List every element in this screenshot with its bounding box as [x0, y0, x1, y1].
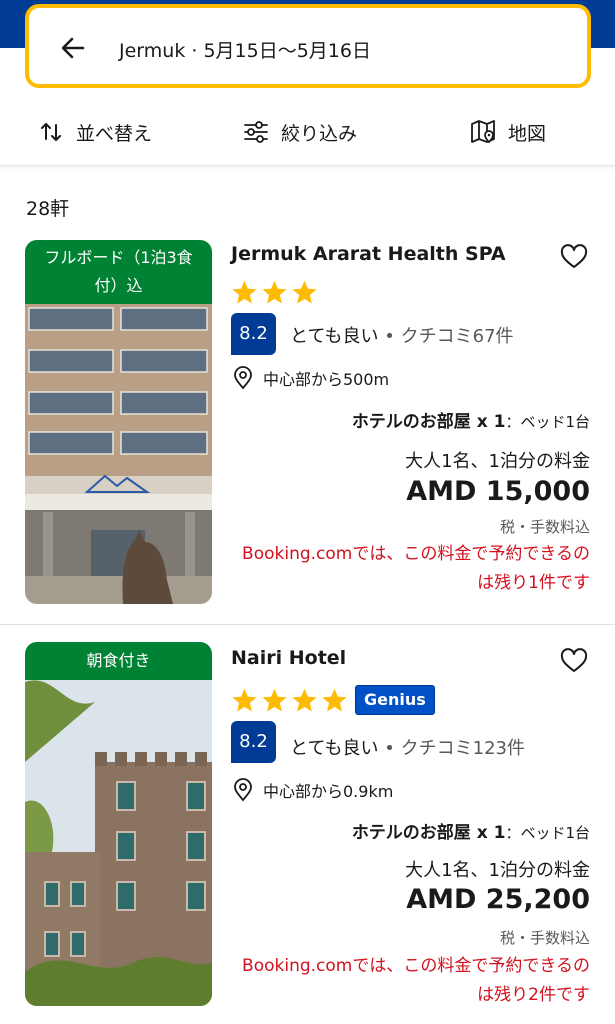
review-word: とても良い [290, 738, 379, 759]
guests-nights: 大人1名、1泊分の料金 [405, 860, 590, 881]
search-summary-text[interactable]: Jermuk · 5月15日〜5月16日 [119, 36, 371, 63]
search-summary-box[interactable]: Jermuk · 5月15日〜5月16日 [25, 4, 591, 88]
favorite-heart-icon[interactable] [560, 244, 588, 270]
map-label: 地図 [508, 122, 547, 145]
search-dates: · 5月15日〜5月16日 [185, 40, 371, 62]
review-word: とても良い [290, 326, 379, 347]
star-rating [231, 279, 318, 306]
price: AMD 25,200 [406, 884, 590, 915]
star-icon [232, 688, 257, 712]
room-info: ホテルのお部屋 x 1：ベッド1台 [352, 407, 590, 432]
hotel-card[interactable]: フルボード（1泊3食付）込 Jermuk Ararat Health SPA 8… [0, 240, 615, 625]
star-rating: Genius [231, 685, 435, 715]
star-icon [232, 280, 257, 304]
distance-row: 中心部から0.9km [233, 778, 393, 802]
hotel-photo[interactable]: フルボード（1泊3食付）込 [25, 240, 212, 604]
review-separator: • [378, 738, 401, 759]
results-toolbar: 並べ替え 絞り込み 地図 [0, 100, 615, 166]
review-count: クチコミ123件 [400, 738, 525, 759]
filter-label: 絞り込み [281, 122, 358, 145]
bed-info: ：ベッド1台 [505, 824, 590, 842]
tax-note: 税・手数料込 [499, 929, 590, 947]
back-arrow-icon[interactable] [59, 34, 87, 62]
star-icon [262, 280, 287, 304]
room-type: ホテルのお部屋 x 1 [351, 412, 506, 432]
availability-warning: Booking.comでは、この料金で予約できるのは残り1件です [242, 544, 590, 593]
meal-plan-badge: フルボード（1泊3食付）込 [25, 240, 212, 304]
hotel-photo[interactable]: 朝食付き [25, 642, 212, 1006]
review-summary: とても良い • クチコミ67件 [290, 322, 514, 348]
star-icon [262, 688, 287, 712]
sort-button[interactable]: 並べ替え [38, 116, 152, 148]
star-icon [292, 688, 317, 712]
star-icon [322, 688, 347, 712]
star-icon [292, 280, 317, 304]
results-count: 28軒 [26, 198, 70, 220]
sort-icon [41, 123, 61, 141]
review-summary: とても良い • クチコミ123件 [290, 734, 525, 760]
bed-info: ：ベッド1台 [505, 413, 590, 431]
review-count: クチコミ67件 [400, 326, 514, 347]
price: AMD 15,000 [406, 476, 590, 507]
meal-plan-badge: 朝食付き [25, 642, 212, 680]
review-score-badge: 8.2 [231, 721, 276, 763]
room-type: ホテルのお部屋 x 1 [351, 823, 506, 843]
distance-text: 中心部から500m [263, 370, 390, 389]
room-info: ホテルのお部屋 x 1：ベッド1台 [352, 818, 590, 843]
hotel-card[interactable]: 朝食付き Nairi Hotel Genius 8.2 とても良い • クチコミ… [0, 642, 615, 1024]
top-bar: Jermuk · 5月15日〜5月16日 [0, 0, 615, 100]
favorite-heart-icon[interactable] [560, 648, 588, 674]
hotel-name[interactable]: Nairi Hotel [231, 647, 346, 669]
hotel-castle-image [25, 642, 212, 1006]
review-separator: • [378, 326, 401, 347]
location-pin-icon [234, 778, 252, 802]
search-destination: Jermuk [119, 40, 186, 62]
filter-button[interactable]: 絞り込み [243, 116, 357, 148]
map-icon [471, 120, 495, 144]
genius-badge: Genius [355, 685, 435, 715]
availability-warning: Booking.comでは、この料金で予約できるのは残り2件です [242, 956, 590, 1005]
review-score-badge: 8.2 [231, 313, 276, 355]
guests-nights: 大人1名、1泊分の料金 [405, 451, 590, 472]
hotel-name[interactable]: Jermuk Ararat Health SPA [231, 243, 506, 265]
sort-label: 並べ替え [76, 122, 153, 145]
location-pin-icon [234, 366, 252, 390]
distance-row: 中心部から500m [233, 366, 389, 390]
map-button[interactable]: 地図 [470, 116, 546, 148]
distance-text: 中心部から0.9km [263, 782, 394, 801]
filter-icon [244, 121, 268, 143]
tax-note: 税・手数料込 [499, 518, 590, 536]
